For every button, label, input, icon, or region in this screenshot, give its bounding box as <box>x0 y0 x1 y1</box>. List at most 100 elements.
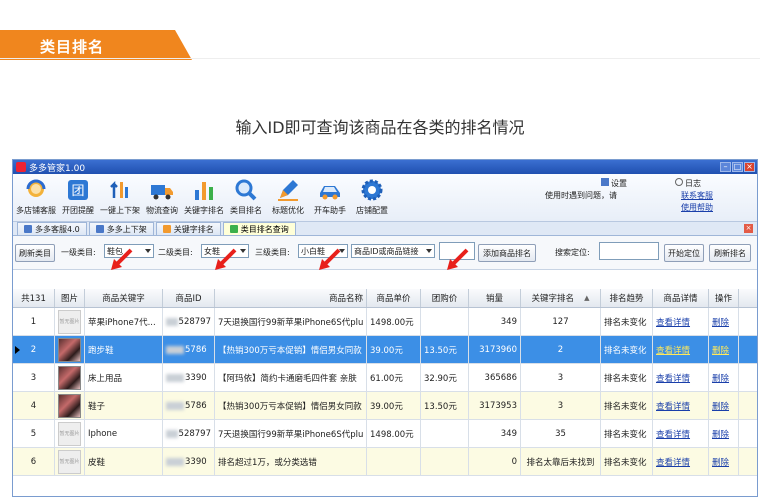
cell-action[interactable]: 删除 <box>709 448 739 475</box>
chevron-down-icon <box>145 249 151 253</box>
cell-text: 排名未变化 <box>604 373 647 384</box>
close-icon[interactable]: × <box>744 162 755 172</box>
product-thumbnail <box>58 337 81 362</box>
gear-icon <box>359 177 385 203</box>
table-row[interactable]: 5 暂无图片 Iphone 528797 7天退换国行99新苹果iPhone6S代plu… <box>13 420 757 448</box>
svg-text:团: 团 <box>71 184 84 199</box>
red-arrow-icon <box>215 248 237 270</box>
refresh-ranking-button[interactable]: 刷新排名 <box>709 244 751 262</box>
cell-text: 【热销300万亏本促销】情侣男女同款 <box>218 345 362 356</box>
minimize-icon[interactable]: – <box>720 162 731 172</box>
tab-close-icon[interactable]: × <box>744 224 753 233</box>
app-window: 多多管家1.00 – □ × 多店铺客服 团 开团提醒 一键上下架 物流查询 关… <box>12 159 758 497</box>
tool-keyword-rank[interactable]: 关键字排名 <box>183 174 225 221</box>
add-ranking-button[interactable]: 添加商品排名 <box>478 244 536 262</box>
cell-group-price: 13.50元 <box>421 336 469 363</box>
tool-one-click-shelf[interactable]: 一键上下架 <box>99 174 141 221</box>
table-row[interactable]: 2 跑步鞋 5786 【热销300万亏本促销】情侣男女同款 39.00元 13.50元 31… <box>13 336 757 364</box>
cell-action[interactable]: 删除 <box>709 364 739 391</box>
cell-rank: 2 <box>521 336 601 363</box>
cell-keyword: 床上用品 <box>85 364 163 391</box>
col-trend: 排名趋势 <box>601 289 653 307</box>
delete-link[interactable]: 删除 <box>712 428 729 440</box>
tool-group-reminder[interactable]: 团 开团提醒 <box>57 174 99 221</box>
cell-trend: 排名未变化 <box>601 392 653 419</box>
tab-keyword-rank[interactable]: 关键字排名 <box>155 222 221 235</box>
tab-customer-service[interactable]: 多多客服4.0 <box>17 222 87 235</box>
log-button[interactable]: 日志 <box>675 178 701 189</box>
view-detail-link[interactable]: 查看详情 <box>656 344 690 356</box>
tool-category-rank[interactable]: 类目排名 <box>225 174 267 221</box>
chevron-down-icon <box>426 249 432 253</box>
col-keyword: 商品关键字 <box>85 289 163 307</box>
tool-multi-shop-service[interactable]: 多店铺客服 <box>15 174 57 221</box>
cell-action[interactable]: 删除 <box>709 308 739 335</box>
tool-label: 类目排名 <box>230 206 262 215</box>
cell-thumb <box>55 392 85 419</box>
col-group-price: 团购价 <box>421 289 469 307</box>
tool-label: 多店铺客服 <box>16 206 56 215</box>
cell-keyword: 苹果iPhone7代... <box>85 308 163 335</box>
cell-detail[interactable]: 查看详情 <box>653 308 709 335</box>
start-locate-button[interactable]: 开始定位 <box>664 244 704 262</box>
delete-link[interactable]: 删除 <box>712 372 729 384</box>
cell-text: 1498.00元 <box>370 317 414 328</box>
cell-text: Iphone <box>88 428 118 439</box>
cell-detail[interactable]: 查看详情 <box>653 364 709 391</box>
view-detail-link[interactable]: 查看详情 <box>656 456 690 468</box>
delete-link[interactable]: 删除 <box>712 344 729 356</box>
cell-detail[interactable]: 查看详情 <box>653 336 709 363</box>
id-type-select[interactable]: 商品ID或商品链接 <box>351 244 435 258</box>
table-row[interactable]: 3 床上用品 3390 【阿玛依】简约卡通磨毛四件套 亲肤 61.00元 32.90元 36… <box>13 364 757 392</box>
cell-text: 35 <box>555 428 566 439</box>
maximize-icon[interactable]: □ <box>732 162 743 172</box>
cell-action[interactable]: 删除 <box>709 392 739 419</box>
delete-link[interactable]: 删除 <box>712 400 729 412</box>
view-detail-link[interactable]: 查看详情 <box>656 372 690 384</box>
cell-sales: 3173953 <box>469 392 521 419</box>
table-row[interactable]: 4 鞋子 5786 【热销300万亏本促销】情侣男女同款 39.00元 13.50元 317… <box>13 392 757 420</box>
search-icon <box>233 177 259 203</box>
product-thumbnail: 暂无图片 <box>58 309 81 334</box>
refresh-category-button[interactable]: 刷新类目 <box>15 244 55 262</box>
tool-driving-assistant[interactable]: 开车助手 <box>309 174 351 221</box>
cell-text: 排名未变化 <box>604 317 647 328</box>
contact-support-link[interactable]: 联系客服 <box>681 190 713 201</box>
page-subtitle: 输入ID即可查询该商品在各类的排名情况 <box>235 118 525 137</box>
banner-divider <box>0 58 760 59</box>
view-detail-link[interactable]: 查看详情 <box>656 400 690 412</box>
cell-no: 4 <box>13 392 55 419</box>
cell-name: 【热销300万亏本促销】情侣男女同款 <box>215 336 367 363</box>
tool-title-optimize[interactable]: 标题优化 <box>267 174 309 221</box>
table-row[interactable]: 6 暂无图片 皮鞋 3390 排名超过1万，或分类选错 0 排名太靠后未找到 排名未变化 查看详… <box>13 448 757 476</box>
col-sales: 销量 <box>469 289 521 307</box>
cell-text: 39.00元 <box>370 345 403 356</box>
filter-bar: 刷新类目 一级类目: 鞋包 二级类目: 女鞋 三级类目: 小白鞋 商品ID或商品… <box>13 236 757 270</box>
delete-link[interactable]: 删除 <box>712 316 729 328</box>
cell-action[interactable]: 删除 <box>709 420 739 447</box>
cell-rank: 127 <box>521 308 601 335</box>
cell-text: 2 <box>30 344 37 355</box>
col-image: 图片 <box>55 289 85 307</box>
settings-button[interactable]: 设置 <box>601 178 627 189</box>
page: 类目排名 输入ID即可查询该商品在各类的排名情况 多多管家1.00 – □ × … <box>0 0 760 497</box>
cell-detail[interactable]: 查看详情 <box>653 448 709 475</box>
cell-detail[interactable]: 查看详情 <box>653 392 709 419</box>
view-detail-link[interactable]: 查看详情 <box>656 428 690 440</box>
tab-shelf[interactable]: 多多上下架 <box>88 222 154 235</box>
col-rank[interactable]: 关键字排名 ▲ <box>521 289 601 307</box>
cell-action[interactable]: 删除 <box>709 336 739 363</box>
cell-text: 排名未变化 <box>604 429 647 440</box>
tool-shop-config[interactable]: 店铺配置 <box>351 174 393 221</box>
red-arrow-icon <box>111 248 133 270</box>
tool-logistics[interactable]: 物流查询 <box>141 174 183 221</box>
view-detail-link[interactable]: 查看详情 <box>656 316 690 328</box>
window-titlebar: 多多管家1.00 – □ × <box>13 160 757 174</box>
tab-category-rank-query[interactable]: 类目排名查询 <box>222 222 296 235</box>
search-locate-input[interactable] <box>599 242 659 260</box>
delete-link[interactable]: 删除 <box>712 456 729 468</box>
table-row[interactable]: 1 暂无图片 苹果iPhone7代... 528797 7天退换国行99新苹果iPhon… <box>13 308 757 336</box>
cell-price: 61.00元 <box>367 364 421 391</box>
cell-detail[interactable]: 查看详情 <box>653 420 709 447</box>
usage-help-link[interactable]: 使用帮助 <box>681 202 713 213</box>
